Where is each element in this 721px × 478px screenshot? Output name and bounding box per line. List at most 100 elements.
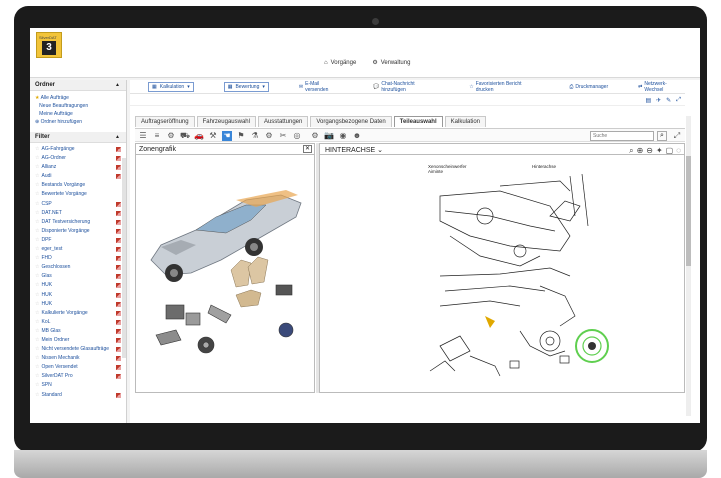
nav-vorgaenge[interactable]: ⌂ Vorgänge	[324, 59, 356, 66]
filter-item[interactable]: ☆ HUK	[35, 281, 121, 290]
star-icon[interactable]: ☆	[35, 173, 39, 179]
star-icon[interactable]: ☆	[35, 355, 39, 361]
main-scrollbar[interactable]	[686, 116, 691, 416]
tire-icon[interactable]: ◎	[292, 131, 302, 141]
seats[interactable]	[230, 256, 269, 308]
filter-item[interactable]: ☆ Open Versendet	[35, 363, 121, 372]
filter-item[interactable]: ☆ Nissen Mechanik	[35, 354, 121, 363]
network-switch-button[interactable]: ⇄ Netzwerk-Wechsel	[638, 81, 685, 93]
filter-item[interactable]: ☆ Mein Ordner	[35, 336, 121, 345]
tab-auftragseroeffnung[interactable]: Auftragseröffnung	[135, 116, 195, 127]
select-frame-icon[interactable]: ▢	[666, 145, 674, 156]
car-front-icon[interactable]: ⛟	[180, 131, 190, 141]
ordner-header[interactable]: Ordner ▲	[30, 80, 126, 91]
edit-icon[interactable]	[116, 174, 121, 180]
filter-item[interactable]: ☆ Allianz	[35, 163, 121, 172]
ordner-item-alle[interactable]: ★ Alle Aufträge	[35, 94, 121, 102]
exploded-car-graphic[interactable]	[136, 155, 314, 392]
pointer-icon[interactable]: ☚	[222, 131, 232, 141]
edit-icon[interactable]	[116, 156, 121, 162]
print-manager-button[interactable]: ⎙ Druckmanager	[569, 84, 608, 90]
edit-icon[interactable]	[116, 165, 121, 171]
rear-axle-diagram[interactable]	[320, 156, 684, 393]
scrollbar-thumb[interactable]	[686, 156, 691, 266]
filter-item[interactable]: ☆ Disponierte Vorgänge	[35, 227, 121, 236]
comment-icon[interactable]: ◌	[676, 145, 681, 156]
tab-kalkulation[interactable]: Kalkulation	[444, 116, 486, 127]
car-body[interactable]	[150, 190, 302, 282]
star-icon[interactable]: ☆	[35, 273, 39, 279]
star-icon[interactable]: ☆	[35, 301, 39, 307]
star-icon[interactable]: ☆	[35, 310, 39, 316]
tab-teileauswahl[interactable]: Teileauswahl	[393, 116, 443, 127]
edit-icon[interactable]	[116, 356, 121, 362]
zoom-in-icon[interactable]: ⊕	[637, 145, 644, 156]
edit-icon[interactable]	[116, 247, 121, 253]
tab-vorgangsbezogene-daten[interactable]: Vorgangsbezogene Daten	[310, 116, 392, 127]
chevron-up-icon[interactable]: ▲	[115, 132, 120, 143]
edit-icon[interactable]	[116, 237, 121, 243]
edit-icon[interactable]	[116, 319, 121, 325]
camera-icon[interactable]: 📷	[324, 131, 334, 141]
nav-verwaltung[interactable]: ⚙ Verwaltung	[372, 59, 410, 67]
star-icon[interactable]: ☆	[35, 255, 39, 261]
spray-icon[interactable]: ⚗	[250, 131, 260, 141]
layers-icon[interactable]: ≡	[152, 131, 162, 141]
engine-parts[interactable]	[155, 284, 294, 354]
edit-icon[interactable]	[116, 374, 121, 380]
bewertung-select[interactable]: ▦ Bewertung ▾	[223, 81, 269, 92]
edit-icon[interactable]	[116, 274, 121, 280]
pin-icon[interactable]: ✈	[656, 97, 661, 104]
engine-icon[interactable]: ⚙	[166, 131, 176, 141]
edit-icon[interactable]	[116, 228, 121, 234]
star-icon[interactable]: ☆	[35, 346, 39, 352]
ordner-item-neue[interactable]: Neue Beauftragungen	[35, 102, 121, 110]
expand-icon[interactable]: ⤢	[676, 97, 681, 104]
filter-item[interactable]: ☆ HUK	[35, 291, 121, 300]
star-icon[interactable]: ☆	[35, 164, 39, 170]
filter-item[interactable]: ☆ AG-Fahrgänge	[35, 145, 121, 154]
user-icon[interactable]: ☻	[352, 131, 362, 141]
car-icon[interactable]: 🚗	[194, 131, 204, 141]
star-icon[interactable]: ☆	[35, 292, 39, 298]
filter-item[interactable]: ☆ Geschlossen	[35, 263, 121, 272]
edit-icon[interactable]	[116, 292, 121, 298]
filter-item[interactable]: ☆ CSP	[35, 200, 121, 209]
globe-icon[interactable]: ◉	[338, 131, 348, 141]
star-icon[interactable]: ☆	[35, 373, 39, 379]
filter-header[interactable]: Filter ▲	[30, 132, 126, 143]
filter-item[interactable]: ☆ SilverDAT Pro	[35, 372, 121, 381]
star-icon[interactable]: ☆	[35, 264, 39, 270]
email-button[interactable]: ✉ E-Mail versenden	[299, 81, 343, 93]
filter-item[interactable]: ☆ DAT Testversicherung	[35, 218, 121, 227]
menu-icon[interactable]: ☰	[138, 131, 148, 141]
star-icon[interactable]: ☆	[35, 228, 39, 234]
filter-item[interactable]: ☆ Nicht versendete Glasaufträge	[35, 345, 121, 354]
edit-icon[interactable]	[116, 210, 121, 216]
star-icon[interactable]: ☆	[35, 237, 39, 243]
edit-icon[interactable]	[116, 310, 121, 316]
edit-icon[interactable]	[116, 301, 121, 307]
filter-item[interactable]: ☆ Glas	[35, 272, 121, 281]
parts-icon[interactable]: ⚙	[310, 131, 320, 141]
edit-icon[interactable]	[116, 256, 121, 262]
star-icon[interactable]: ☆	[35, 337, 39, 343]
filter-item[interactable]: ☆ eger_test	[35, 245, 121, 254]
star-icon[interactable]: ☆	[35, 201, 39, 207]
star-icon[interactable]: ☆	[35, 392, 39, 398]
filter-item[interactable]: ☆ Audi	[35, 172, 121, 181]
chevron-up-icon[interactable]: ▲	[115, 80, 120, 91]
filter-item[interactable]: ☆ KoL	[35, 318, 121, 327]
fullscreen-icon[interactable]: ⤢	[672, 131, 682, 141]
settings-icon[interactable]: ✦	[656, 145, 663, 156]
filter-item[interactable]: ☆ AG-Ordner	[35, 154, 121, 163]
star-icon[interactable]: ☆	[35, 219, 39, 225]
edit-icon[interactable]	[116, 265, 121, 271]
filter-item[interactable]: ☆ MB Glas	[35, 327, 121, 336]
tool-icon[interactable]: ✂	[278, 131, 288, 141]
tab-ausstattungen[interactable]: Ausstattungen	[257, 116, 309, 127]
filter-item[interactable]: ☆ HUK	[35, 300, 121, 309]
zoom-fit-icon[interactable]: ⌕	[629, 145, 633, 156]
search-icon[interactable]: ⌕	[657, 131, 667, 141]
pulley-icon[interactable]: ⚙	[264, 131, 274, 141]
